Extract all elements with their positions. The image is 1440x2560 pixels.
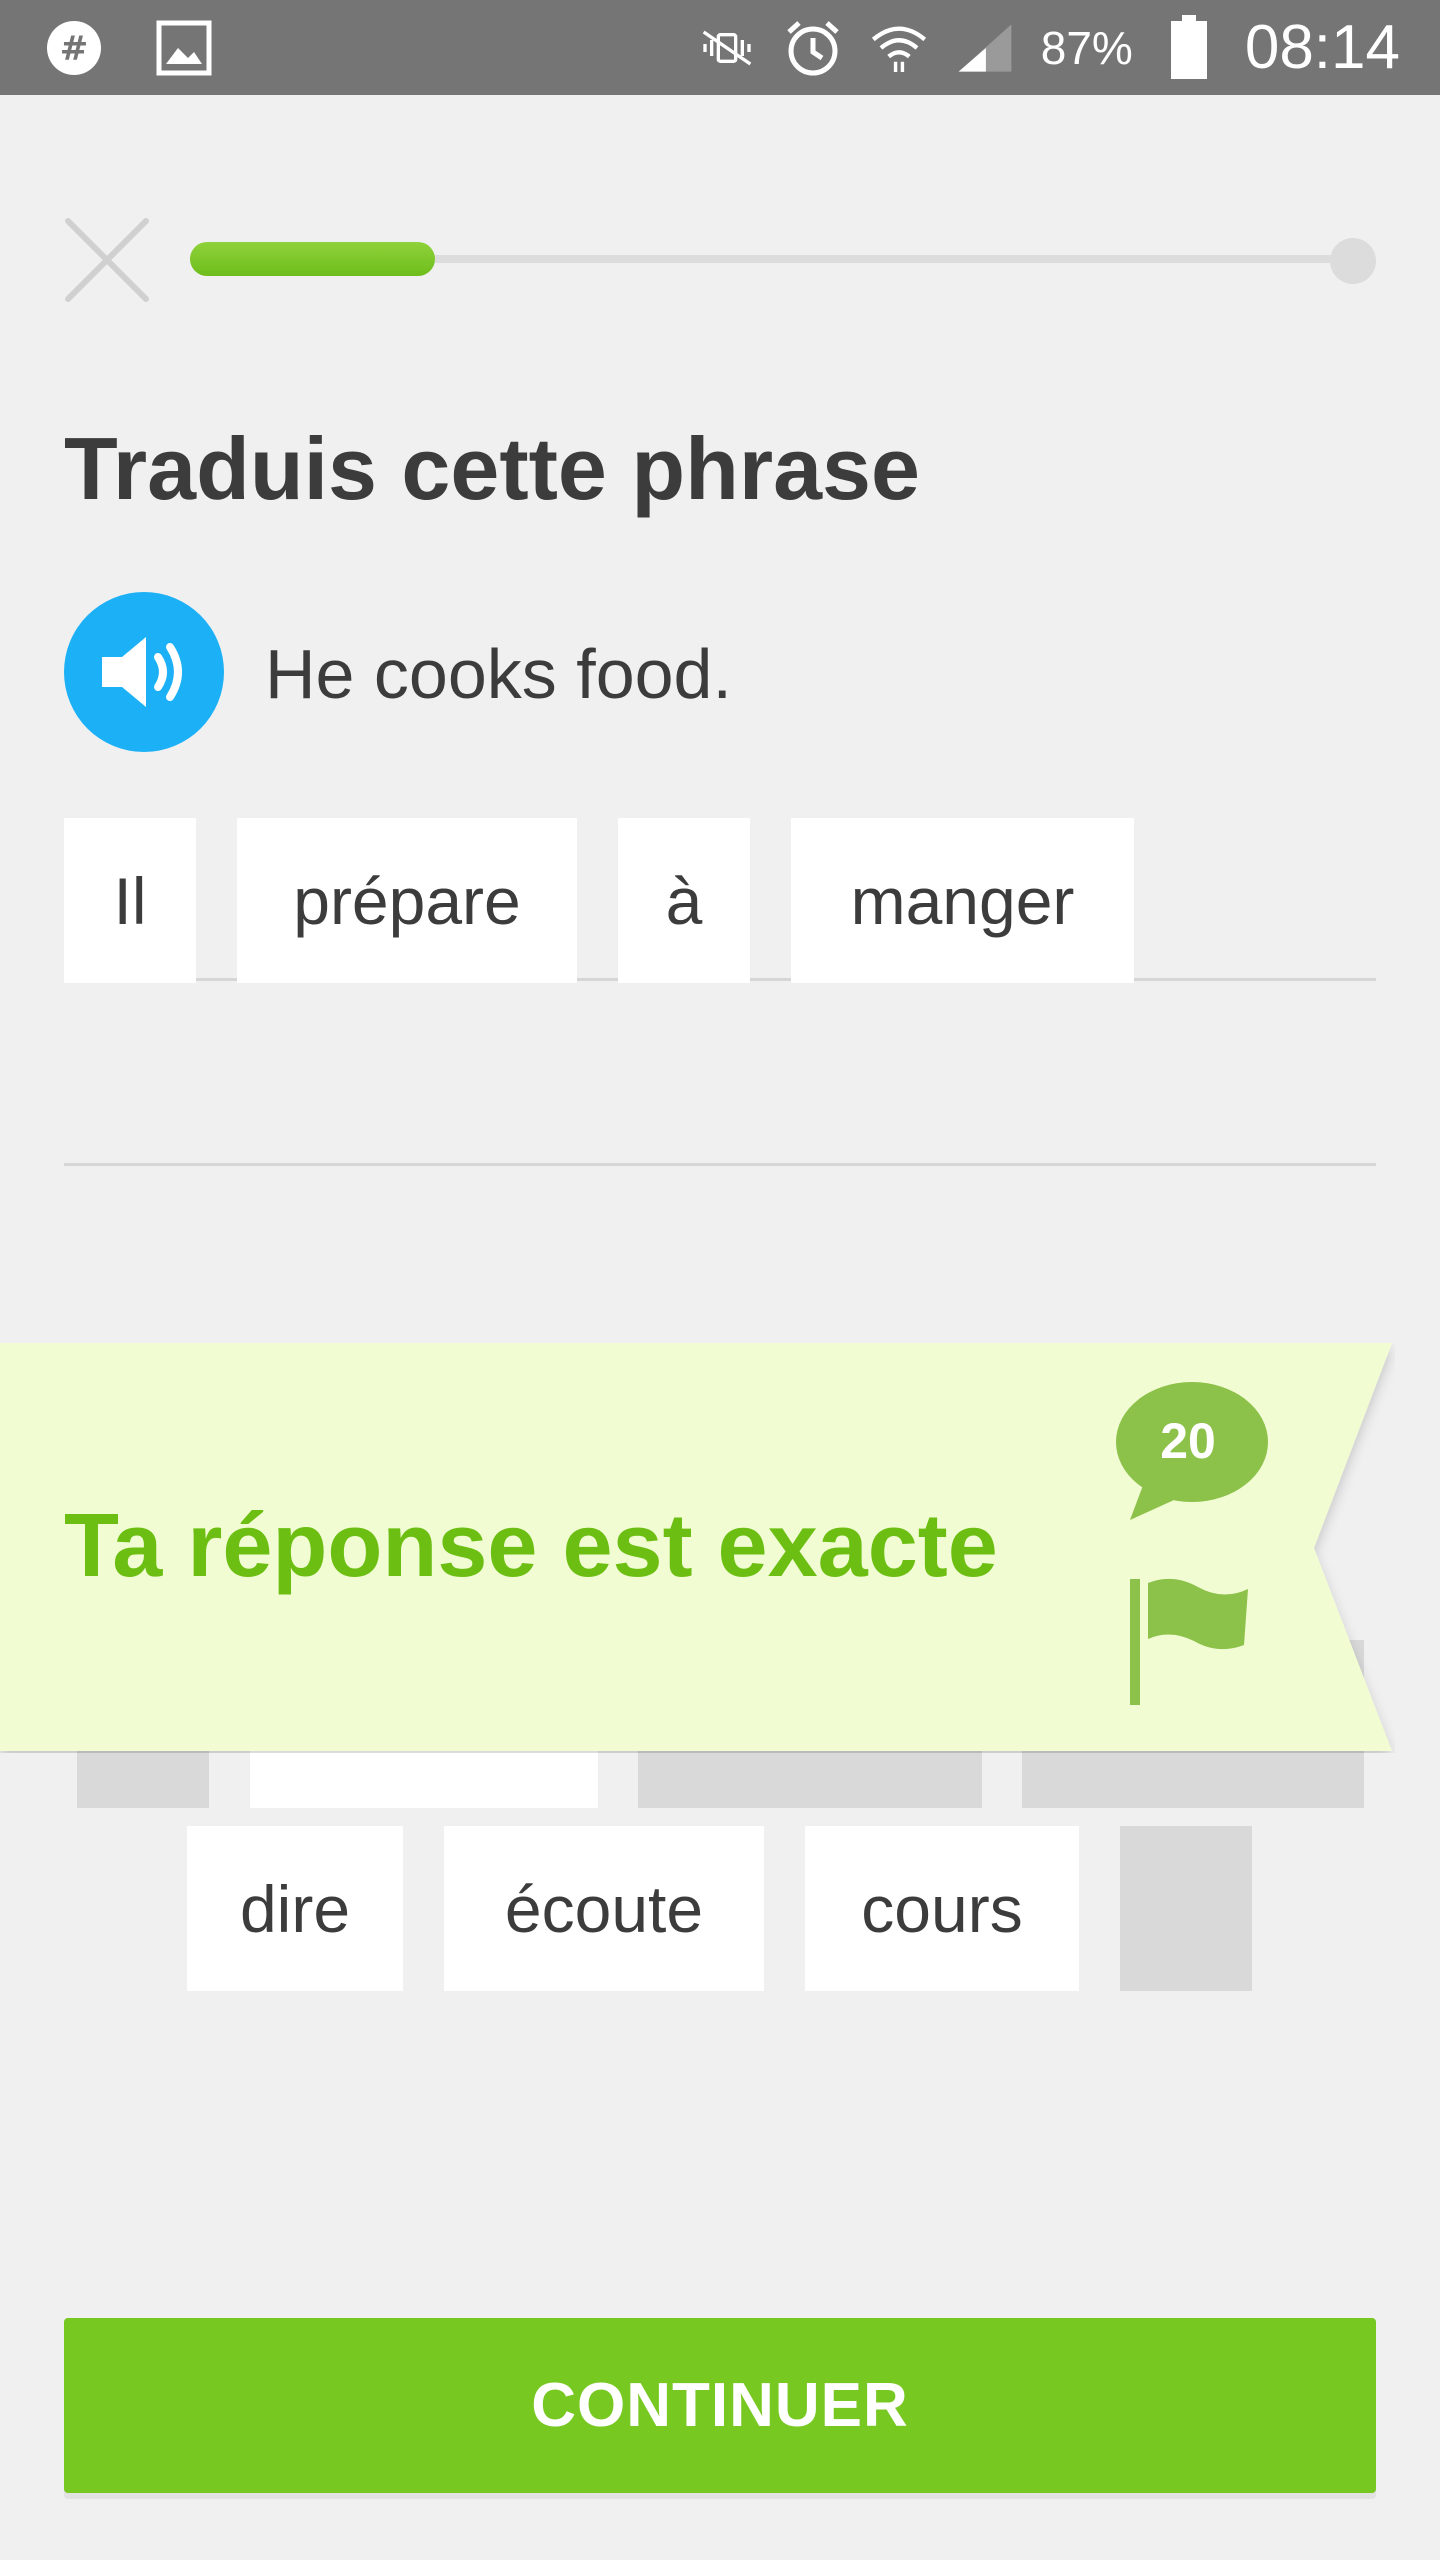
comment-count: 20 — [1160, 1413, 1216, 1469]
answer-tile[interactable]: prépare — [237, 818, 577, 983]
battery-percent: 87% — [1040, 21, 1133, 74]
word-bank-tile[interactable]: écoute — [444, 1826, 764, 1991]
answer-tile[interactable]: à — [618, 818, 750, 983]
svg-text:#: # — [60, 29, 89, 69]
close-icon[interactable] — [62, 215, 152, 305]
clock: 08:14 — [1244, 13, 1400, 82]
status-bar: # 87% 08:14 — [0, 0, 1440, 95]
lesson-progress-end — [1330, 238, 1376, 284]
mute-vibrate-icon — [697, 18, 757, 78]
gallery-icon — [154, 18, 214, 78]
slack-icon: # — [44, 18, 104, 78]
lesson-progress-fill — [190, 242, 435, 276]
alarm-icon — [783, 18, 843, 78]
speaker-button[interactable] — [64, 592, 224, 752]
feedback-message: Ta réponse est exacte — [64, 1496, 998, 1596]
answer-tile[interactable]: Il — [64, 818, 196, 983]
signal-icon — [955, 18, 1015, 78]
word-bank-slot-empty — [1120, 1826, 1252, 1991]
continue-button[interactable]: CONTINUER — [64, 2318, 1376, 2493]
flag-icon[interactable] — [1128, 1575, 1258, 1705]
page-title: Traduis cette phrase — [64, 419, 920, 518]
speaker-icon — [102, 637, 182, 707]
word-bank-tile[interactable]: dire — [187, 1826, 403, 1991]
word-bank-tile[interactable]: cours — [805, 1826, 1079, 1991]
answer-tile[interactable]: manger — [791, 818, 1134, 983]
wifi-icon — [869, 18, 929, 78]
answer-line — [64, 1163, 1376, 1166]
prompt-sentence: He cooks food. — [265, 635, 732, 713]
battery-icon — [1159, 14, 1219, 79]
